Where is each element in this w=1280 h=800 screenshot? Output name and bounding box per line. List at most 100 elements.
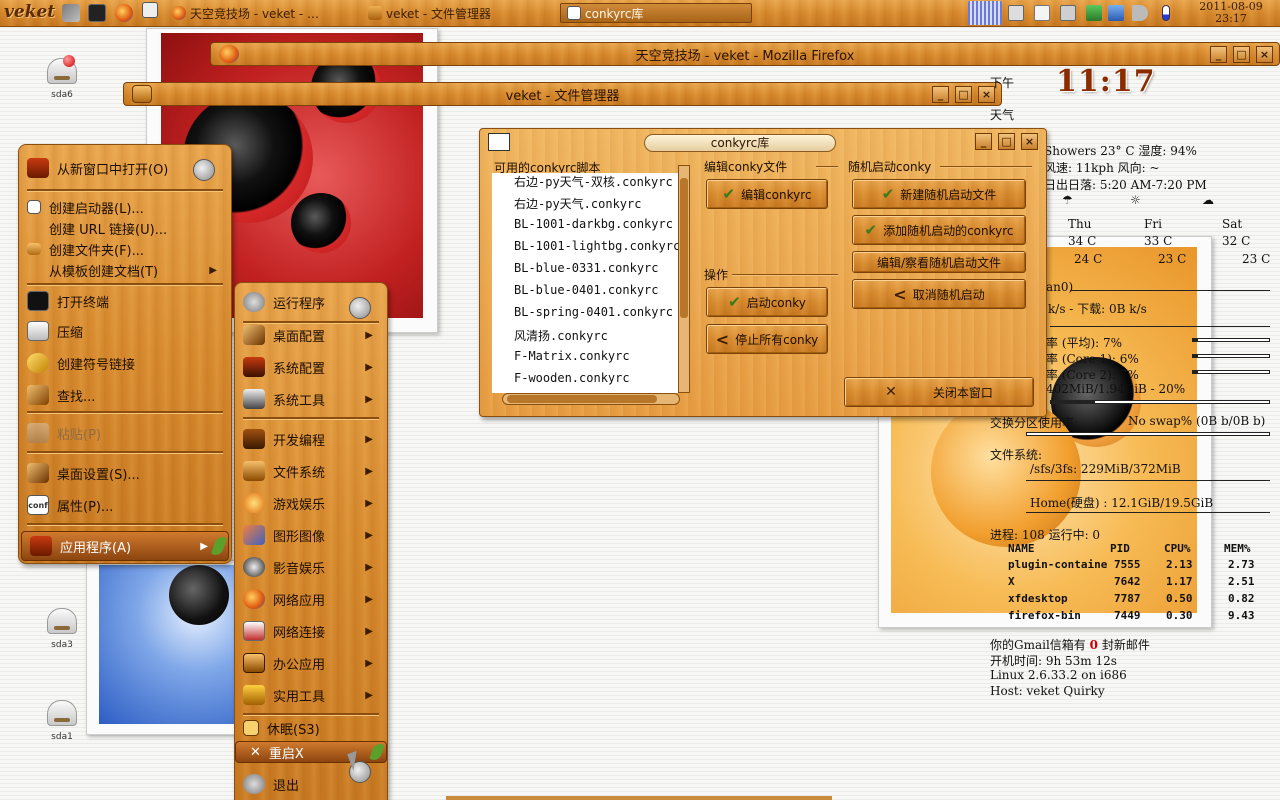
drive-sda6[interactable]: sda6 <box>32 55 92 100</box>
games-icon <box>243 493 265 513</box>
forecast-high: 32 C <box>1222 234 1251 248</box>
conkyrc-dialog[interactable]: conkyrc库 _ □ × 可用的conkyrc脚本 右边-py天气-双核.c… <box>479 128 1047 417</box>
menu-item-create-url[interactable]: 创建 URL 链接(U)... <box>27 218 223 238</box>
cancel-autostart-button[interactable]: < 取消随机启动 <box>852 279 1026 309</box>
mem-bar <box>1050 400 1270 404</box>
weather-sun-icon: ☼ <box>1130 193 1141 207</box>
show-desktop-icon[interactable] <box>142 2 158 18</box>
menu-item-label: 网络应用 <box>273 593 326 609</box>
minimize-icon[interactable]: _ <box>1210 46 1227 63</box>
menu-item-internet[interactable]: 网络应用 ▶ <box>243 585 379 613</box>
menu-item-restart-x[interactable]: ✕ 重启X <box>235 741 387 763</box>
scripts-list[interactable]: 右边-py天气-双核.conkyrc 右边-py天气.conkyrc BL-10… <box>492 173 678 393</box>
menu-item-create-from-template[interactable]: 从模板创建文档(T) ▶ <box>27 260 223 280</box>
menu-item-office[interactable]: 办公应用 ▶ <box>243 649 379 677</box>
task-firefox[interactable]: 天空竞技场 - veket - … <box>172 3 362 23</box>
terminal-launcher-icon[interactable] <box>88 4 106 22</box>
settings-launcher-icon[interactable] <box>62 4 80 22</box>
keyboard-icon[interactable] <box>1060 5 1076 21</box>
menu-item-applications[interactable]: 应用程序(A) ▶ <box>21 531 229 561</box>
task-conkyrc[interactable]: conkyrc库 <box>560 3 752 23</box>
maximize-icon[interactable]: □ <box>955 86 972 103</box>
list-item[interactable]: 右边-py天气-双核.conkyrc <box>492 173 678 195</box>
task-file-manager[interactable]: veket - 文件管理器 <box>368 3 558 23</box>
menu-item-system-config[interactable]: 系统配置 ▶ <box>243 353 379 381</box>
maximize-icon[interactable]: □ <box>998 133 1015 150</box>
stop-all-conky-button[interactable]: < 停止所有conky <box>706 324 828 354</box>
panel-clock[interactable]: 2011-08-09 23:17 <box>1186 1 1276 25</box>
desktop-context-menu[interactable]: 从新窗口中打开(O) 创建启动器(L)... 创建 URL 链接(U)... 创… <box>18 144 232 564</box>
menu-item-network[interactable]: 网络连接 ▶ <box>243 617 379 645</box>
panel-logo[interactable]: veket <box>4 2 55 22</box>
menu-item-suspend[interactable]: 休眠(S3) <box>243 715 379 741</box>
add-autostart-conkyrc-button[interactable]: ✔ 添加随机启动的conkyrc <box>852 215 1026 245</box>
submenu-arrow-icon: ▶ <box>365 529 373 541</box>
menu-item-create-symlink[interactable]: 创建符号链接 <box>27 349 223 377</box>
folder-icon <box>368 6 382 20</box>
menu-item-utilities[interactable]: 实用工具 ▶ <box>243 681 379 709</box>
menu-item-open-new-window[interactable]: 从新窗口中打开(O) <box>27 153 223 183</box>
clipboard-icon[interactable] <box>1034 5 1050 21</box>
applications-menu[interactable]: 运行程序 桌面配置 ▶ 系统配置 ▶ 系统工具 ▶ 开发编程 ▶ 文件系统 ▶ … <box>234 282 388 800</box>
menu-item-desktop-config[interactable]: 桌面配置 ▶ <box>243 321 379 349</box>
menu-item-label: 办公应用 <box>273 657 326 673</box>
list-item[interactable]: BL-blue-0401.conkyrc <box>492 283 678 305</box>
menu-item-filesystem[interactable]: 文件系统 ▶ <box>243 457 379 485</box>
button-label: 编辑conkyrc <box>741 187 812 202</box>
menu-item-compress[interactable]: 压缩 <box>27 317 223 345</box>
submenu-arrow-icon: ▶ <box>365 433 373 445</box>
conky-weather-label: 天气 <box>990 108 1015 122</box>
file-manager-titlebar[interactable]: veket - 文件管理器 _ □ × <box>123 82 1002 106</box>
close-icon[interactable]: × <box>1021 133 1038 150</box>
menu-item-development[interactable]: 开发编程 ▶ <box>243 425 379 453</box>
list-item[interactable]: BL-1001-darkbg.conkyrc <box>492 217 678 239</box>
camera-icon[interactable] <box>1008 5 1024 21</box>
file-manager-window[interactable]: veket - 文件管理器 _ □ × <box>123 82 1002 108</box>
monitor-icon[interactable] <box>1108 5 1124 21</box>
list-item[interactable]: BL-spring-0401.conkyrc <box>492 305 678 327</box>
menu-item-find[interactable]: 查找... <box>27 381 223 409</box>
list-horizontal-scrollbar[interactable] <box>502 393 680 405</box>
drive-sda1[interactable]: sda1 <box>32 700 92 742</box>
menu-item-games[interactable]: 游戏娱乐 ▶ <box>243 489 379 517</box>
menu-item-properties[interactable]: conf 属性(P)... <box>27 491 223 519</box>
menu-item-desktop-settings[interactable]: 桌面设置(S)... <box>27 459 223 487</box>
list-item[interactable]: 风清扬.conkyrc <box>492 327 678 349</box>
drive-sda3[interactable]: sda3 <box>32 608 92 650</box>
close-window-button[interactable]: ✕ 关闭本窗口 <box>844 377 1034 407</box>
submenu-arrow-icon: ▶ <box>365 393 373 405</box>
weather-drizzle-icon: ☂ <box>1062 193 1073 207</box>
start-conky-button[interactable]: ✔ 启动conky <box>706 287 828 317</box>
view-autostart-file-button[interactable]: 编辑/察看随机启动文件 <box>852 251 1026 273</box>
list-item[interactable]: 右边-py天气.conkyrc <box>492 195 678 217</box>
list-vertical-scrollbar[interactable] <box>678 165 690 393</box>
menu-item-run-program[interactable]: 运行程序 <box>243 287 379 317</box>
menu-item-open-terminal[interactable]: 打开终端 <box>27 287 223 315</box>
drive-icon <box>47 700 77 726</box>
workspace-pager-icon[interactable] <box>968 1 1002 25</box>
volume-icon[interactable] <box>1132 5 1148 21</box>
menu-item-create-launcher[interactable]: 创建启动器(L)... <box>27 197 223 217</box>
network-icon[interactable] <box>1086 5 1102 21</box>
multimedia-icon <box>243 557 265 577</box>
firefox-titlebar[interactable]: 天空竞技场 - veket - Mozilla Firefox _ □ × <box>210 42 1280 66</box>
firefox-launcher-icon[interactable] <box>115 4 133 22</box>
list-item[interactable]: F-wooden.conkyrc <box>492 371 678 393</box>
menu-item-system-tools[interactable]: 系统工具 ▶ <box>243 385 379 413</box>
maximize-icon[interactable]: □ <box>1233 46 1250 63</box>
conky-sun-line: 日出日落: 5:20 AM-7:20 PM <box>1044 178 1207 192</box>
minimize-icon[interactable]: _ <box>975 133 992 150</box>
task-label: conkyrc库 <box>585 6 644 21</box>
edit-conkyrc-button[interactable]: ✔ 编辑conkyrc <box>706 179 828 209</box>
list-item[interactable]: F-Matrix.conkyrc <box>492 349 678 371</box>
scrollbar-thumb[interactable] <box>507 395 657 403</box>
close-icon[interactable]: × <box>1256 46 1273 63</box>
menu-item-graphics[interactable]: 图形图像 ▶ <box>243 521 379 549</box>
minimize-icon[interactable]: _ <box>932 86 949 103</box>
new-autostart-file-button[interactable]: ✔ 新建随机启动文件 <box>852 179 1026 209</box>
scrollbar-thumb[interactable] <box>680 178 688 318</box>
menu-item-create-folder[interactable]: 创建文件夹(F)... <box>27 239 223 259</box>
list-item[interactable]: BL-blue-0331.conkyrc <box>492 261 678 283</box>
list-item[interactable]: BL-1001-lightbg.conkyrc <box>492 239 678 261</box>
menu-item-multimedia[interactable]: 影音娱乐 ▶ <box>243 553 379 581</box>
